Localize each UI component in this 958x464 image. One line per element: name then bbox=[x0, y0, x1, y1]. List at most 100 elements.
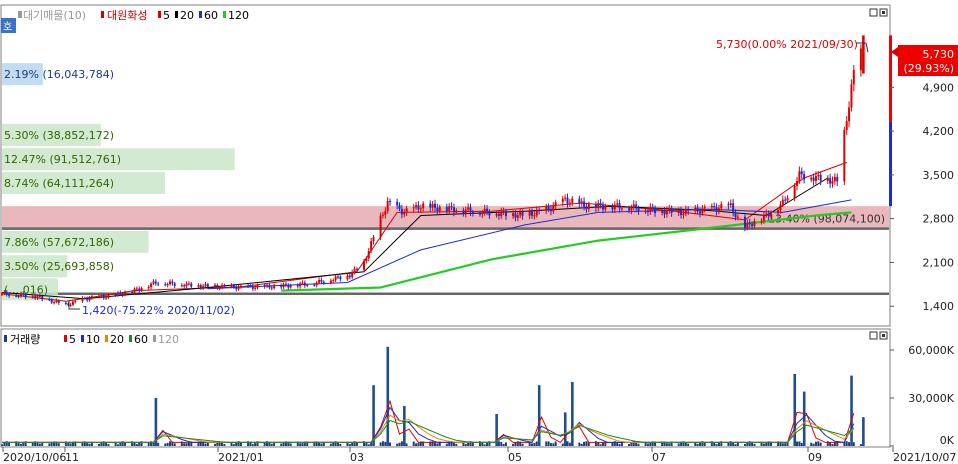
volume-bar bbox=[531, 443, 534, 446]
candle-body bbox=[90, 296, 93, 299]
volume-bar bbox=[784, 443, 787, 446]
ma-legend-label[interactable]: 5 bbox=[163, 9, 170, 22]
candle-body bbox=[36, 296, 39, 298]
candle-body bbox=[204, 284, 207, 287]
volume-bar bbox=[618, 444, 621, 446]
ma-legend-label[interactable]: 20 bbox=[180, 9, 194, 22]
candle-body bbox=[618, 203, 621, 209]
candle-body bbox=[651, 207, 654, 209]
volume-bar bbox=[504, 442, 507, 446]
candle-body bbox=[322, 281, 325, 283]
candle-body bbox=[784, 199, 787, 201]
volume-bar bbox=[221, 442, 224, 446]
price-column-up bbox=[889, 35, 892, 122]
candle-body bbox=[687, 208, 690, 211]
candle-body bbox=[843, 130, 846, 182]
volume-profile-label: 2.19% (16,043,784) bbox=[4, 68, 114, 81]
volume-bar bbox=[746, 442, 749, 446]
candle-body bbox=[578, 198, 581, 204]
candle-body bbox=[247, 285, 250, 287]
candle-body bbox=[680, 209, 683, 216]
volume-bar bbox=[545, 441, 548, 446]
candle-body bbox=[583, 201, 586, 207]
candle-body bbox=[814, 175, 817, 181]
candle-body bbox=[24, 294, 27, 298]
volume-profile-box: 12.47% (91,512,761) bbox=[2, 148, 235, 171]
volume-bar bbox=[743, 444, 746, 446]
candle-body bbox=[282, 284, 285, 288]
candle-body bbox=[516, 215, 519, 218]
candle-body bbox=[273, 285, 276, 289]
vol-ma-legend-swatch bbox=[129, 335, 132, 342]
x-tick-label: 2020/10/06 bbox=[3, 451, 66, 464]
volume-bar bbox=[270, 443, 273, 446]
vol-ma-legend-label[interactable]: 10 bbox=[86, 333, 100, 346]
volume-bar bbox=[677, 443, 680, 446]
max-price-annotation: 5,730(0.00% 2021/09/30) bbox=[716, 38, 858, 51]
candle-body bbox=[284, 284, 287, 286]
vol-ma-legend-swatch bbox=[153, 335, 156, 342]
vol-ma-legend-swatch bbox=[64, 335, 67, 342]
volume-profile-label: 8.74% (64,111,264) bbox=[4, 177, 114, 190]
volume-bar bbox=[389, 442, 392, 446]
vol-ma-legend-label[interactable]: 20 bbox=[110, 333, 124, 346]
candle-body bbox=[684, 208, 687, 214]
candle-body bbox=[135, 288, 138, 290]
candle-body bbox=[332, 280, 335, 282]
candle-body bbox=[19, 293, 22, 297]
volume-bar bbox=[831, 444, 834, 446]
volume-bar bbox=[561, 443, 564, 446]
candle-body bbox=[202, 286, 205, 288]
candle-body bbox=[478, 213, 481, 215]
candle-body bbox=[587, 204, 590, 210]
legend-series-main[interactable]: 대원화성 bbox=[107, 9, 147, 22]
volume-bar bbox=[417, 443, 420, 446]
candle-body bbox=[751, 224, 754, 227]
volume-bar bbox=[859, 444, 862, 446]
candle-body bbox=[98, 296, 101, 298]
volume-bar bbox=[69, 443, 72, 446]
candle-body bbox=[355, 268, 358, 270]
candle-body bbox=[434, 203, 436, 208]
candle-body bbox=[580, 201, 583, 204]
candle-body bbox=[313, 284, 316, 286]
candle-body bbox=[429, 203, 432, 208]
x-tick-label: 05 bbox=[508, 451, 522, 464]
candle-body bbox=[732, 203, 735, 213]
candle-body bbox=[140, 288, 143, 291]
volume-bar bbox=[57, 443, 60, 446]
candle-body bbox=[403, 212, 406, 215]
candle-body bbox=[190, 283, 193, 287]
volume-bar bbox=[753, 443, 756, 446]
candle-body bbox=[746, 222, 749, 228]
current-price-change: (29.93%) bbox=[903, 62, 954, 75]
vol-ma-legend-label[interactable]: 60 bbox=[134, 333, 148, 346]
legend-square-main bbox=[101, 11, 104, 18]
volume-bar bbox=[301, 443, 304, 446]
ma-legend-label[interactable]: 60 bbox=[204, 9, 218, 22]
vol-ma-legend-label[interactable]: 120 bbox=[158, 333, 179, 346]
current-price-pointer bbox=[891, 47, 898, 57]
volume-bar bbox=[336, 442, 339, 446]
candle-body bbox=[55, 300, 58, 303]
volume-bar bbox=[367, 444, 370, 446]
volume-legend-main[interactable]: 거래량 bbox=[10, 333, 40, 346]
candle-body bbox=[266, 284, 269, 287]
candle-body bbox=[736, 216, 739, 218]
volume-minimize-button[interactable] bbox=[869, 331, 878, 340]
ma-legend-label[interactable]: 120 bbox=[228, 9, 249, 22]
candle-body bbox=[585, 206, 588, 210]
candle-body bbox=[154, 281, 157, 284]
volume-spike-bar bbox=[537, 385, 541, 446]
candle-body bbox=[715, 207, 718, 212]
legend-series-dim[interactable]: 대기매물(10) bbox=[23, 9, 86, 22]
volume-bar bbox=[580, 443, 583, 446]
minimize-button[interactable] bbox=[869, 8, 878, 17]
candle-body bbox=[133, 288, 136, 293]
vol-ma-legend-label[interactable]: 5 bbox=[69, 333, 76, 346]
candle-body bbox=[852, 70, 855, 85]
volume-bar bbox=[48, 443, 51, 446]
candle-body bbox=[8, 294, 11, 296]
candle-body bbox=[334, 276, 337, 281]
volume-bar bbox=[549, 443, 552, 446]
